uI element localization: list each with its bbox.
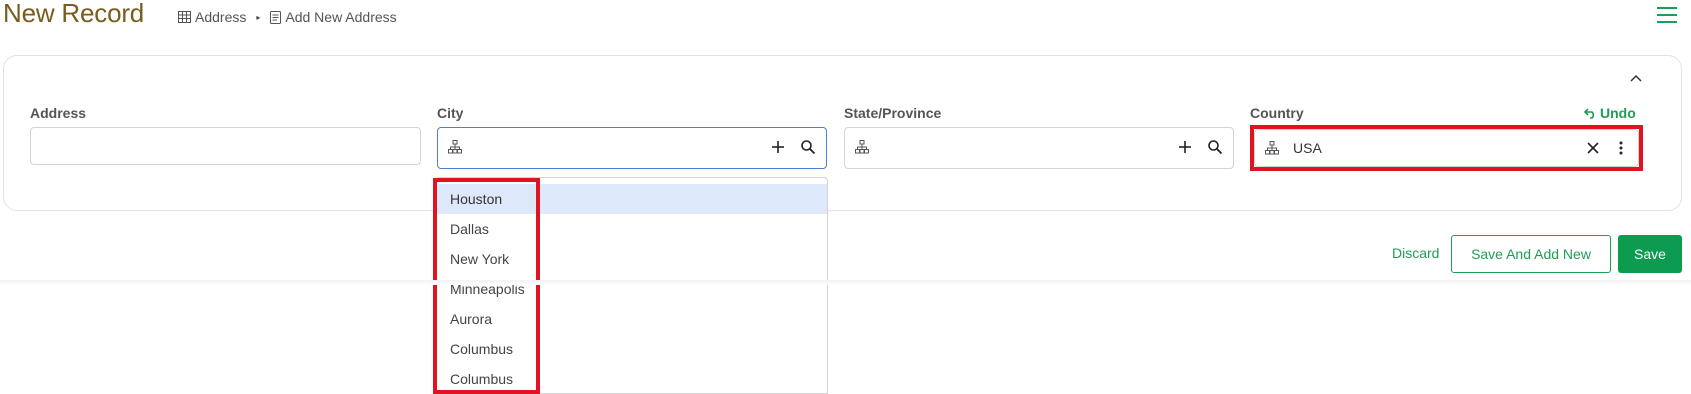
address-label: Address — [30, 105, 87, 121]
table-icon — [178, 11, 191, 23]
breadcrumb-label: Add New Address — [285, 9, 397, 25]
hierarchy-icon — [448, 140, 462, 154]
search-icon[interactable] — [1207, 139, 1223, 155]
form-icon — [270, 10, 282, 24]
breadcrumb-item-address[interactable]: Address — [178, 9, 246, 25]
breadcrumb-label: Address — [195, 9, 247, 25]
undo-icon — [1584, 107, 1595, 119]
footer-divider — [0, 280, 1691, 285]
undo-button[interactable]: Undo — [1584, 105, 1636, 121]
page-title: New Record — [3, 0, 145, 28]
discard-button[interactable]: Discard — [1392, 245, 1439, 261]
address-input[interactable] — [30, 127, 421, 165]
breadcrumb-separator-icon: ▸ — [256, 12, 261, 22]
undo-label: Undo — [1600, 105, 1636, 121]
add-city-icon[interactable] — [770, 139, 786, 155]
state-province-label: State/Province — [844, 105, 942, 121]
city-input[interactable] — [437, 127, 827, 169]
breadcrumb-item-add-new-address[interactable]: Add New Address — [270, 9, 397, 25]
country-highlight-box — [1250, 125, 1643, 171]
state-province-input[interactable] — [844, 127, 1234, 169]
city-label: City — [437, 105, 464, 121]
breadcrumb: Address ▸ Add New Address — [178, 9, 397, 25]
search-icon[interactable] — [800, 139, 816, 155]
save-and-add-new-button[interactable]: Save And Add New — [1451, 235, 1611, 273]
country-label: Country — [1250, 105, 1304, 121]
add-state-icon[interactable] — [1177, 139, 1193, 155]
chevron-up-icon[interactable] — [1628, 70, 1644, 86]
hierarchy-icon — [855, 140, 869, 154]
hamburger-menu-icon[interactable] — [1656, 5, 1678, 25]
city-options-highlight-box — [433, 178, 540, 394]
save-button[interactable]: Save — [1618, 235, 1682, 273]
